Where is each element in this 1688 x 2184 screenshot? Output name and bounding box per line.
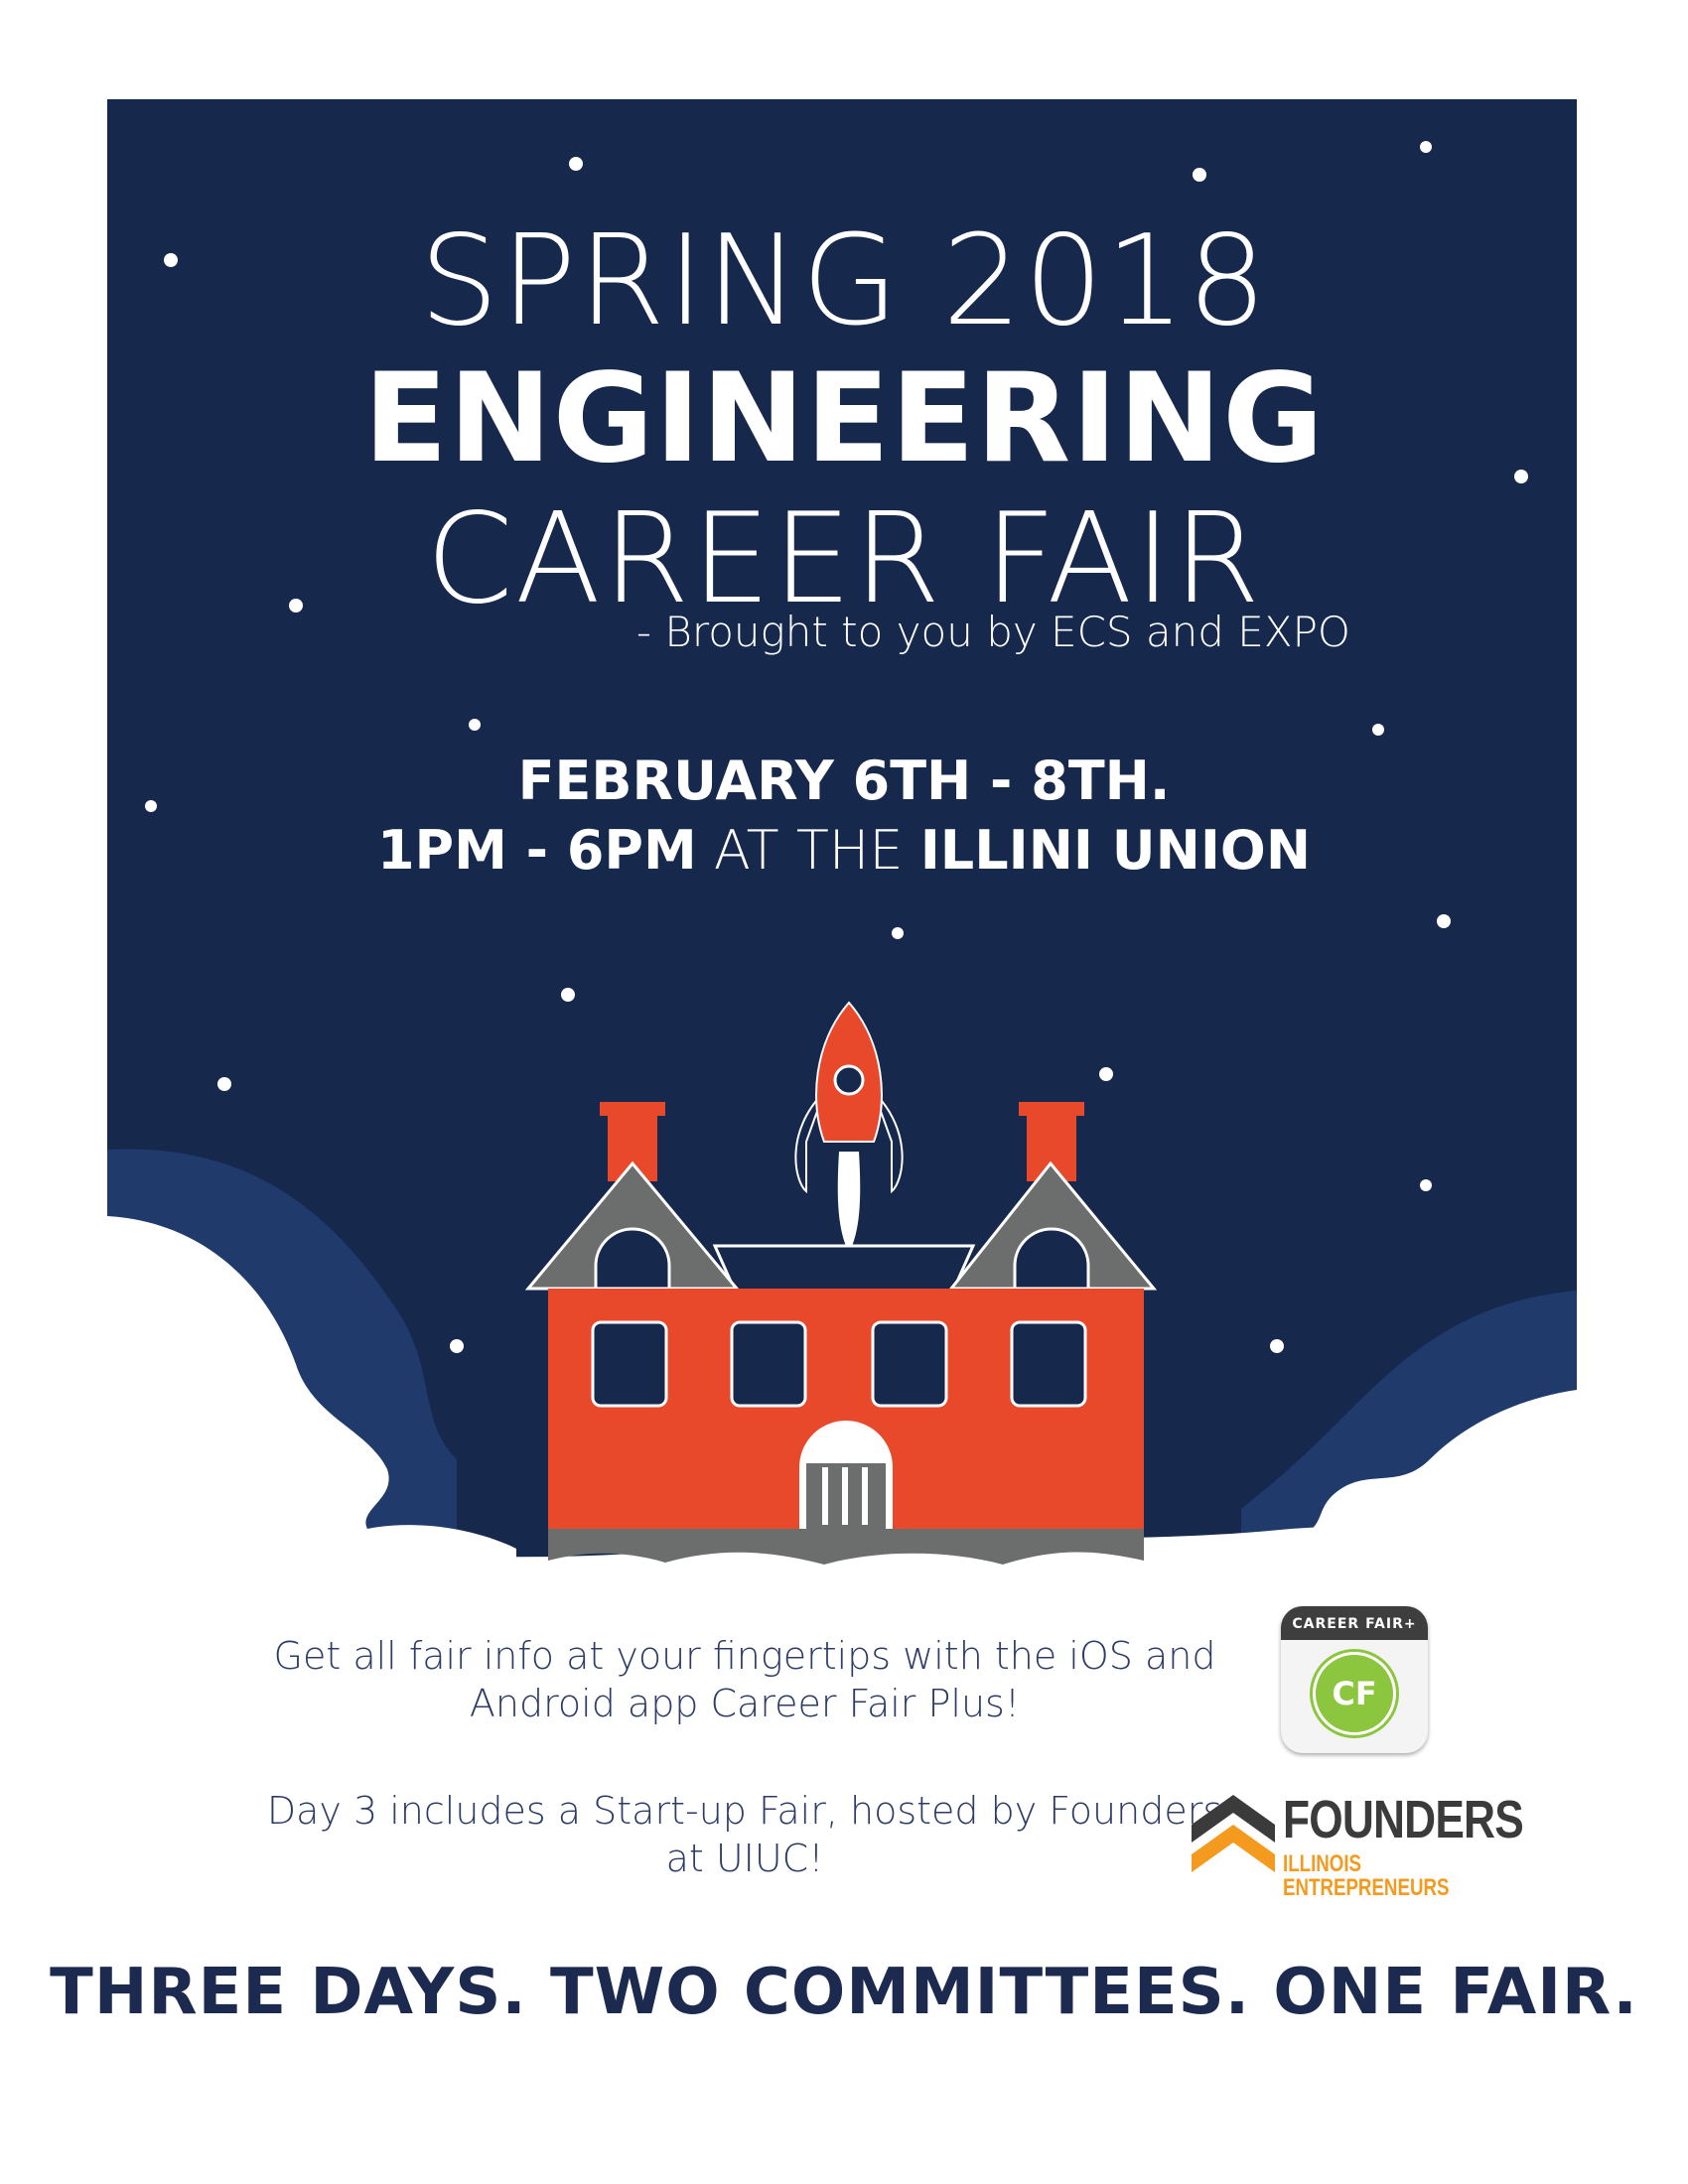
star <box>892 927 904 939</box>
star <box>1437 914 1451 928</box>
headline-engineering: ENGINEERING <box>363 347 1325 490</box>
founders-logo: FOUNDERS ILLINOIS ENTREPRENEURS <box>1192 1790 1529 1900</box>
star <box>1420 1179 1432 1191</box>
event-time: 1PM - 6PM <box>376 819 697 882</box>
headline-career-fair: CAREER FAIR <box>425 485 1263 631</box>
startup-fair-text: Day 3 includes a Start-up Fair, hosted b… <box>266 1789 1223 1880</box>
founders-subtitle: ILLINOIS ENTREPRENEURS <box>1283 1850 1450 1901</box>
event-dates: FEBRUARY 6TH - 8TH. <box>517 750 1171 812</box>
headline-byline: - Brought to you by ECS and EXPO <box>635 608 1350 656</box>
founders-name: FOUNDERS <box>1283 1790 1524 1849</box>
star <box>1372 724 1384 736</box>
headline-season: SPRING 2018 <box>419 207 1269 353</box>
chevron-up-icon <box>1192 1795 1275 1872</box>
event-venue: ILLINI UNION <box>919 819 1312 882</box>
star <box>450 1339 464 1353</box>
event-at: AT THE <box>696 819 920 882</box>
star <box>1193 168 1206 182</box>
tagline: THREE DAYS. TWO COMMITTEES. ONE FAIR. <box>50 1956 1638 2029</box>
star <box>1270 1339 1284 1353</box>
star <box>569 157 583 171</box>
star <box>1420 141 1432 153</box>
app-icon-badge: CF <box>1313 1652 1396 1735</box>
star <box>561 988 575 1002</box>
app-icon-name: CAREER FAIR+ <box>1292 1616 1417 1632</box>
app-info-text: Get all fair info at your fingertips wit… <box>273 1634 1216 1725</box>
event-time-venue: 1PM - 6PM AT THE ILLINI UNION <box>0 824 1688 878</box>
career-fair-plus-app-icon: CAREER FAIR+ CF <box>1281 1606 1428 1753</box>
star <box>1099 1067 1113 1081</box>
star <box>217 1077 231 1091</box>
app-icon-initials: CF <box>1332 1675 1377 1712</box>
star <box>469 719 481 731</box>
